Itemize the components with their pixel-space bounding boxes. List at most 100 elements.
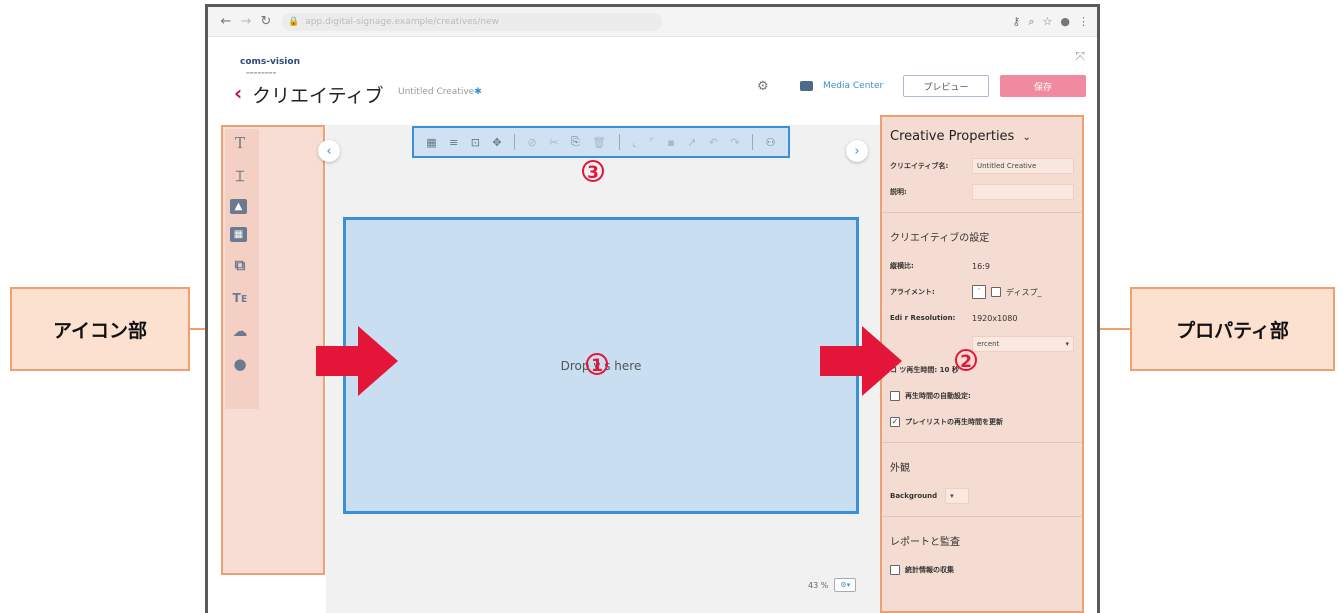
browser-window: ← → ↻ 🔒 app.digital-signage.example/crea…	[205, 4, 1100, 613]
fit-icon[interactable]: ⊡	[471, 136, 480, 149]
logo: coms-vision	[240, 57, 300, 67]
collect-stats-label: 統計情報の収集	[905, 566, 954, 574]
collect-stats-checkbox[interactable]	[890, 565, 900, 575]
background-select[interactable]: ▾	[945, 488, 970, 504]
toolbar-divider	[752, 134, 754, 150]
lock-icon: 🔒	[288, 16, 300, 27]
zoom-icon[interactable]: ⌕	[1028, 15, 1034, 29]
description-row: 説明:	[890, 184, 1074, 200]
update-playlist-label: プレイリストの再生時間を更新	[905, 418, 1003, 426]
preview-label: プレビュー	[923, 82, 969, 93]
zoom-select[interactable]: ⚙▾	[834, 578, 857, 592]
key-icon[interactable]: ⚷	[1012, 15, 1020, 29]
name-field[interactable]: Untitled Creative	[972, 158, 1074, 174]
collapse-right-button[interactable]: ›	[846, 140, 868, 162]
dropdown-icon: ▾	[1065, 340, 1069, 348]
media-center-link[interactable]: Media Center	[800, 81, 883, 91]
redo-icon[interactable]: ↷	[731, 136, 740, 149]
collapse-left-button[interactable]: ‹	[318, 140, 340, 162]
badge-three: 3	[582, 160, 604, 183]
send-back-icon[interactable]: ⌞	[632, 136, 637, 149]
aspect-row: 縦横比: 16:9	[890, 258, 1074, 274]
background-label: Background	[890, 492, 938, 500]
move-icon[interactable]: ✥	[492, 136, 501, 149]
cut-icon[interactable]: ✂	[549, 136, 558, 149]
resolution-label: Edi r Resolution:	[890, 314, 956, 322]
camera-icon	[800, 81, 813, 91]
icon-section-callout: アイコン部	[10, 287, 190, 371]
unit-value: ercent	[977, 340, 1000, 348]
page-title: クリエイティブ	[252, 85, 384, 107]
alignment-row: アライメント: · ディスプ_	[890, 284, 1074, 300]
star-icon[interactable]: ☆	[1043, 15, 1053, 29]
logo-tagline: ▬▬▬▬▬▬▬▬	[246, 70, 277, 75]
video-tool-icon[interactable]: ▦	[230, 227, 247, 242]
toolbar-divider	[514, 134, 516, 150]
square-icon[interactable]: ▪	[667, 136, 674, 149]
delete-icon[interactable]: 🗑	[592, 136, 606, 149]
aspect-value[interactable]: 16:9	[972, 262, 990, 271]
weather-tool-icon[interactable]: ☁	[230, 321, 250, 341]
alignment-grid-icon[interactable]: ·	[972, 285, 986, 299]
creative-name: Untitled Creative✱	[398, 87, 482, 97]
menu-icon[interactable]: ⋮	[1078, 15, 1089, 29]
clock-tool-icon[interactable]: ●	[230, 354, 250, 374]
property-section-callout: プロパティ部	[1130, 287, 1335, 371]
name-label: クリエイティブ名:	[890, 162, 949, 170]
alignment-value: ディスプ_	[1006, 287, 1042, 297]
appearance-heading: 外観	[890, 463, 910, 474]
reload-icon[interactable]: ↻	[256, 14, 276, 29]
properties-panel: Creative Properties ⌄ クリエイティブ名: Untitled…	[880, 115, 1084, 613]
update-playlist-checkbox[interactable]: ✓	[890, 417, 900, 427]
grid-icon[interactable]: ▦	[426, 136, 436, 149]
user-add-icon[interactable]: ⚇	[766, 136, 776, 149]
resize-icon[interactable]: ↗	[687, 136, 696, 149]
text-tool-icon[interactable]: T	[230, 133, 250, 153]
editor-toolbar: ▦ ≡ ⊡ ✥ ⊘ ✂ ⎘ 🗑 ⌞ ⌜ ▪ ↗ ↶ ↷ ⚇	[412, 126, 790, 158]
rich-text-tool-icon[interactable]: Tᴇ	[230, 288, 250, 308]
chevron-down-icon: ⌄	[1022, 132, 1031, 143]
gear-icon[interactable]: ⚙	[757, 79, 769, 94]
expand-icon[interactable]: ⤧	[1075, 49, 1085, 64]
paste-icon[interactable]: ⎘	[571, 135, 580, 149]
browser-toolbar: ← → ↻ 🔒 app.digital-signage.example/crea…	[208, 7, 1097, 37]
annotated-screenshot: アイコン部 プロパティ部 ← → ↻ 🔒 app.digital-signage…	[0, 0, 1343, 613]
auto-duration-label: 再生時間の自動設定:	[905, 392, 971, 400]
settings-heading: クリエイティブの設定	[890, 233, 990, 244]
disable-icon[interactable]: ⊘	[528, 136, 537, 149]
description-field[interactable]	[972, 184, 1074, 200]
back-chevron-icon[interactable]: ‹	[234, 81, 242, 105]
description-label: 説明:	[890, 188, 907, 196]
account-icon[interactable]: ●	[1060, 15, 1070, 29]
aspect-label: 縦横比:	[890, 262, 914, 270]
resolution-row: Edi r Resolution: 1920x1080	[890, 310, 1074, 326]
image-tool-icon[interactable]: ▲	[230, 199, 247, 214]
bring-front-icon[interactable]: ⌜	[650, 136, 655, 149]
address-bar[interactable]: 🔒 app.digital-signage.example/creatives/…	[282, 12, 662, 31]
property-section-callout-label: プロパティ部	[1176, 319, 1289, 342]
unit-select[interactable]: ercent ▾	[972, 336, 1074, 352]
preview-button[interactable]: プレビュー	[903, 75, 989, 97]
properties-title[interactable]: Creative Properties ⌄	[890, 129, 1074, 144]
name-row: クリエイティブ名: Untitled Creative	[890, 158, 1074, 174]
app-header: coms-vision ▬▬▬▬▬▬▬▬ ⤧ ‹ クリエイティブ Untitle…	[208, 37, 1097, 111]
slideshow-tool-icon[interactable]: ⧉	[230, 255, 250, 275]
divider	[882, 212, 1082, 213]
forward-nav-icon[interactable]: →	[236, 14, 256, 29]
undo-icon[interactable]: ↶	[709, 136, 718, 149]
toolbar-divider	[618, 134, 620, 150]
align-icon[interactable]: ≡	[449, 136, 458, 149]
badge-two: 2	[955, 349, 977, 372]
divider	[882, 516, 1082, 517]
resolution-value[interactable]: 1920x1080	[972, 314, 1017, 323]
back-nav-icon[interactable]: ←	[216, 14, 236, 29]
text-box-tool-icon[interactable]: ⌶	[230, 166, 250, 186]
media-center-label: Media Center	[823, 81, 884, 91]
right-arrow	[820, 326, 902, 396]
zoom-control: 43 % ⚙▾	[808, 578, 857, 592]
save-button[interactable]: 保存	[1000, 75, 1086, 97]
properties-title-text: Creative Properties	[890, 129, 1015, 144]
unit-row: ercent ▾	[890, 336, 1074, 352]
alignment-checkbox[interactable]	[991, 287, 1001, 297]
divider	[882, 442, 1082, 443]
